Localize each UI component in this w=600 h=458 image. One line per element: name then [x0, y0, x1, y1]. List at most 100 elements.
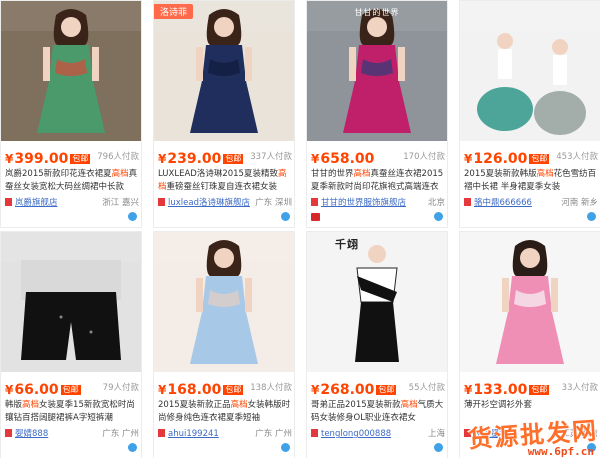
wangwang-chat-icon[interactable]	[128, 443, 137, 452]
sales-count: 79人付款	[102, 383, 139, 393]
wangwang-chat-icon[interactable]	[434, 443, 443, 452]
currency-symbol: ¥	[158, 383, 167, 397]
shop-location: 浙江 嘉兴	[102, 198, 139, 208]
free-shipping-badge: 包邮	[70, 154, 91, 164]
site-watermark-url: www.6pf.cn	[527, 445, 594, 458]
price-row: ¥658.00 170人付款	[311, 148, 445, 167]
shop-link[interactable]: 甘甘的世界服饰旗舰店	[321, 198, 406, 208]
price-row: ¥399.00 包邮 796人付款	[5, 148, 139, 167]
product-card[interactable]: ¥168.00 包邮 138人付款 2015夏装新款正品高档女装韩版时尚修身纯色连…	[153, 231, 295, 458]
product-image[interactable]	[1, 232, 141, 372]
sales-count: 170人付款	[403, 152, 445, 162]
shop-row: 骆中鼎666666 河南 新乡	[464, 197, 598, 209]
product-photo	[460, 232, 600, 372]
price-row: ¥66.00 包邮 79人付款	[5, 379, 139, 398]
free-shipping-badge: 包邮	[529, 154, 550, 164]
currency-symbol: ¥	[311, 152, 320, 166]
free-shipping-badge: 包邮	[223, 154, 244, 164]
brand-watermark: 甘甘的世界	[354, 8, 400, 17]
free-shipping-badge: 包邮	[223, 385, 244, 395]
shop-icon	[158, 429, 165, 437]
price-row: ¥133.00 包邮 33人付款	[464, 379, 598, 398]
shop-link[interactable]: 婴婧888	[15, 429, 48, 439]
sales-count: 33人付款	[561, 383, 598, 393]
product-title[interactable]: 韩版高档女装夏季15新款宽松时尚镶钻百搭阔腿裙裤A字短裤潮	[5, 399, 139, 425]
shop-link[interactable]: ahui199241	[168, 429, 219, 439]
price: ¥126.00	[464, 151, 528, 167]
shop-row: 岚爵旗舰店 浙江 嘉兴	[5, 197, 139, 209]
product-image[interactable]	[460, 1, 600, 141]
sales-count: 453人付款	[556, 152, 598, 162]
product-card[interactable]: ¥66.00 包邮 79人付款 韩版高档女装夏季15新款宽松时尚镶钻百搭阔腿裙裤A…	[0, 231, 142, 458]
product-photo	[1, 232, 141, 372]
tmall-icon	[311, 213, 320, 221]
shop-icon	[311, 429, 318, 437]
shop-location: 广东 广州	[102, 429, 139, 439]
price: ¥239.00	[158, 151, 222, 167]
shop-location: 河南 新乡	[561, 198, 598, 208]
shop-row: 婴婧888 广东 广州	[5, 428, 139, 440]
price-row: ¥268.00 包邮 55人付款	[311, 379, 445, 398]
product-photo	[154, 1, 294, 141]
product-card[interactable]: 甘甘的世界 ¥658.00 170人付款 甘甘的世界高档真蚕丝连衣裙2015夏季…	[306, 0, 448, 228]
shop-row: 甘甘的世界服饰旗舰店 北京	[311, 197, 445, 209]
product-image[interactable]: 洛诗菲	[154, 1, 294, 141]
product-image[interactable]: 甘甘的世界	[307, 1, 447, 141]
wangwang-chat-icon[interactable]	[434, 212, 443, 221]
price-row: ¥126.00 包邮 453人付款	[464, 148, 598, 167]
shop-icon	[158, 198, 165, 206]
currency-symbol: ¥	[5, 383, 14, 397]
price: ¥658.00	[311, 151, 375, 167]
product-title[interactable]: 甘甘的世界高档真蚕丝连衣裙2015夏季新款时尚印花旗袍式高端连衣裙	[311, 168, 445, 194]
currency-symbol: ¥	[158, 152, 167, 166]
shop-location: 广东 广州	[255, 429, 292, 439]
currency-symbol: ¥	[464, 383, 473, 397]
product-photo	[460, 1, 600, 141]
product-photo	[154, 232, 294, 372]
shop-location: 北京	[427, 198, 445, 208]
price: ¥168.00	[158, 382, 222, 398]
wangwang-chat-icon[interactable]	[281, 212, 290, 221]
product-photo	[307, 1, 447, 141]
brand-watermark: 千翊	[335, 238, 359, 251]
wangwang-chat-icon[interactable]	[281, 443, 290, 452]
product-title[interactable]: 2015夏装新款正品高档女装韩版时尚修身纯色连衣裙夏季短袖	[158, 399, 292, 425]
sales-count: 796人付款	[97, 152, 139, 162]
sales-count: 138人付款	[250, 383, 292, 393]
product-grid: ¥399.00 包邮 796人付款 岚爵2015新款印花连衣裙夏高档真蚕丝女装宽松…	[0, 0, 600, 458]
brand-tag: 洛诗菲	[154, 4, 194, 19]
shop-row: ahui199241 广东 广州	[158, 428, 292, 440]
shop-link[interactable]: luxlead洛诗琳旗舰店	[168, 198, 250, 208]
shop-link[interactable]: tenglong000888	[321, 429, 391, 439]
price: ¥268.00	[311, 382, 375, 398]
shop-icon	[5, 429, 12, 437]
shop-link[interactable]: 岚爵旗舰店	[15, 198, 58, 208]
product-title[interactable]: LUXLEAD洛诗琳2015夏装精致高档重磅蚕丝钉珠夏自连衣裙女装	[158, 168, 292, 194]
product-image[interactable]	[154, 232, 294, 372]
product-title[interactable]: 2015夏装新款韩版高档花色雪纺百褶中长裙 半身裙夏季女装	[464, 168, 598, 194]
free-shipping-badge: 包邮	[529, 385, 550, 395]
product-card[interactable]: ¥399.00 包邮 796人付款 岚爵2015新款印花连衣裙夏高档真蚕丝女装宽松…	[0, 0, 142, 228]
price: ¥399.00	[5, 151, 69, 167]
product-title[interactable]: 岚爵2015新款印花连衣裙夏高档真蚕丝女装宽松大码丝绸裙中长款8851	[5, 168, 139, 194]
shop-icon	[464, 198, 471, 206]
product-image[interactable]	[1, 1, 141, 141]
product-image[interactable]	[460, 232, 600, 372]
product-title[interactable]: 哥弟正品2015夏装新款高档气质大码女装修身OL职业连衣裙女	[311, 399, 445, 425]
shop-row: tenglong000888 上海	[311, 428, 445, 440]
product-card[interactable]: 千翊 ¥268.00 包邮 55人付款 哥弟正品2015夏装新款高档气质大码女装修…	[306, 231, 448, 458]
free-shipping-badge: 包邮	[376, 385, 397, 395]
product-card[interactable]: ¥126.00 包邮 453人付款 2015夏装新款韩版高档花色雪纺百褶中长裙 半…	[459, 0, 600, 228]
shop-location: 广东 深圳	[255, 198, 292, 208]
product-photo	[307, 232, 447, 372]
sales-count: 337人付款	[250, 152, 292, 162]
wangwang-chat-icon[interactable]	[128, 212, 137, 221]
product-card[interactable]: 洛诗菲 ¥239.00 包邮 337人付款 LUXLEAD洛诗琳2015夏装精致高…	[153, 0, 295, 228]
wangwang-chat-icon[interactable]	[587, 212, 596, 221]
product-image[interactable]: 千翊	[307, 232, 447, 372]
sales-count: 55人付款	[408, 383, 445, 393]
shop-icon	[311, 198, 318, 206]
shop-icon	[5, 198, 12, 206]
price-row: ¥239.00 包邮 337人付款	[158, 148, 292, 167]
shop-link[interactable]: 骆中鼎666666	[474, 198, 532, 208]
